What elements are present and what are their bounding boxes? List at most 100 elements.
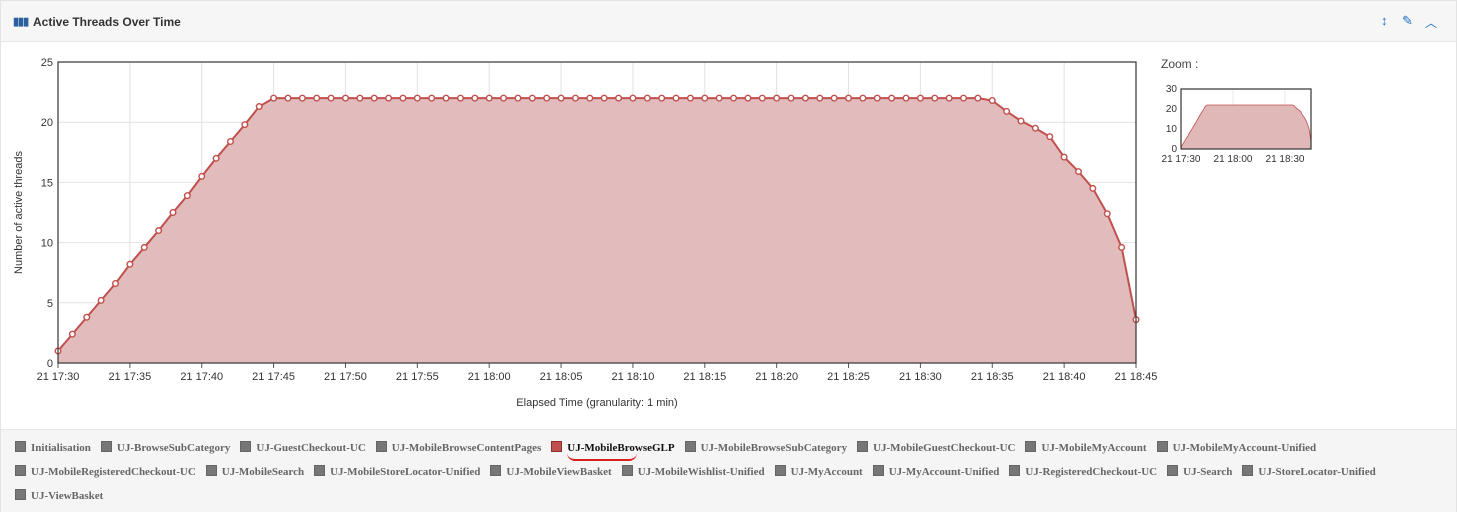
collapse-icon[interactable]: ︿ <box>1425 14 1437 31</box>
legend-swatch <box>1242 465 1254 476</box>
data-point <box>1046 133 1054 141</box>
legend-item[interactable]: UJ-MobileSearch <box>205 464 305 480</box>
zoom-y-tick-label: 20 <box>1166 104 1178 115</box>
data-point <box>313 94 321 102</box>
data-point <box>485 94 493 102</box>
x-tick-label: 21 17:55 <box>396 371 439 383</box>
legend-item[interactable]: UJ-MobileViewBasket <box>490 464 612 480</box>
legend-label: UJ-BrowseSubCategory <box>116 442 231 454</box>
legend-item[interactable]: UJ-RegisteredCheckout-UC <box>1009 464 1157 480</box>
legend-item[interactable]: UJ-MobileGuestCheckout-UC <box>857 440 1015 456</box>
legend-item[interactable]: UJ-GuestCheckout-UC <box>240 440 366 456</box>
legend-label: Initialisation <box>31 442 91 454</box>
legend-swatch <box>240 441 252 452</box>
legend-swatch <box>15 441 26 452</box>
legend-item[interactable]: UJ-ViewBasket <box>15 488 103 504</box>
data-point <box>1118 243 1126 251</box>
data-point <box>169 208 177 216</box>
legend-item[interactable]: UJ-BrowseSubCategory <box>100 440 231 456</box>
data-point <box>1017 117 1025 125</box>
expand-vertical-icon[interactable]: ↕ <box>1381 13 1388 28</box>
legend-label: UJ-MobileBrowseGLP <box>567 440 675 461</box>
chart-panel: ▮▮▮ Active Threads Over Time ↕ ✎ ︿ 0 5 10 1… <box>0 0 1457 512</box>
data-point <box>442 94 450 102</box>
data-point <box>528 94 536 102</box>
y-tick-label: 20 <box>41 117 53 129</box>
data-point <box>658 94 666 102</box>
legend-label: UJ-MobileWishlist-Unified <box>637 466 765 478</box>
wrench-icon[interactable]: ✎ <box>1402 13 1413 29</box>
data-point <box>960 94 968 102</box>
data-point <box>284 94 292 102</box>
legend-item[interactable]: UJ-MobileBrowseContentPages <box>375 440 541 456</box>
legend-item[interactable]: UJ-Search <box>1167 464 1232 480</box>
zoom-label: Zoom : <box>1161 57 1199 71</box>
series-area <box>58 98 1136 363</box>
data-point <box>615 94 623 102</box>
data-point <box>514 94 522 102</box>
data-point <box>226 137 234 145</box>
legend-item[interactable]: UJ-MobileStoreLocator-Unified <box>314 464 480 480</box>
x-axis-label: Elapsed Time (granularity: 1 min) <box>516 397 677 409</box>
main-chart[interactable]: 0 5 10 15 20 25 21 17:30 21 17:35 21 17:40 21 17:… <box>1 42 1161 432</box>
y-tick-label: 5 <box>47 298 53 310</box>
legend-item[interactable]: UJ-MyAccount <box>774 464 863 480</box>
legend-swatch <box>1025 441 1037 452</box>
data-point <box>787 94 795 102</box>
data-point <box>643 94 651 102</box>
data-point <box>155 227 163 235</box>
zoom-x-tick-label: 21 18:30 <box>1266 154 1305 165</box>
zoom-overview-chart[interactable]: 21 17:30 21 18:00 21 18:30 0 10 20 30 <box>1151 79 1321 169</box>
x-tick-label: 21 18:20 <box>755 371 798 383</box>
data-point <box>816 94 824 102</box>
legend-label: UJ-Search <box>1183 466 1233 478</box>
data-point <box>873 94 881 102</box>
data-point <box>111 280 119 288</box>
data-point <box>586 94 594 102</box>
data-point <box>1075 168 1083 176</box>
data-point <box>270 94 278 102</box>
legend-item[interactable]: UJ-MobileBrowseGLP <box>551 440 675 461</box>
y-tick-label: 0 <box>47 358 53 370</box>
y-axis-label: Number of active threads <box>13 151 25 274</box>
legend-label: UJ-ViewBasket <box>31 490 104 502</box>
legend-swatch <box>15 489 26 500</box>
legend-label: UJ-MobileMyAccount <box>1041 442 1147 454</box>
legend-item[interactable]: UJ-MobileBrowseSubCategory <box>684 440 847 456</box>
data-point <box>456 94 464 102</box>
legend-swatch <box>1009 465 1021 476</box>
legend-label: UJ-MobileStoreLocator-Unified <box>330 466 481 478</box>
legend-swatch <box>490 465 502 476</box>
legend-item[interactable]: UJ-MobileMyAccount <box>1025 440 1147 456</box>
x-tick-label: 21 18:15 <box>683 371 726 383</box>
x-tick-label: 21 18:05 <box>540 371 583 383</box>
data-point <box>543 94 551 102</box>
legend-item[interactable]: UJ-StoreLocator-Unified <box>1242 464 1376 480</box>
legend-swatch <box>205 465 217 476</box>
data-point <box>428 94 436 102</box>
zoom-y-tick-label: 0 <box>1171 144 1177 155</box>
data-point <box>298 94 306 102</box>
legend-item[interactable]: UJ-MobileRegisteredCheckout-UC <box>15 464 196 480</box>
legend-item[interactable]: UJ-MobileWishlist-Unified <box>621 464 765 480</box>
zoom-y-tick-label: 30 <box>1166 84 1178 95</box>
x-tick-label: 21 18:35 <box>971 371 1014 383</box>
data-point <box>97 296 105 304</box>
legend-label: UJ-MobileSearch <box>221 466 305 478</box>
legend: Initialisation UJ-BrowseSubCategory UJ-Gue… <box>1 429 1456 512</box>
legend-label: UJ-GuestCheckout-UC <box>256 442 366 454</box>
zoom-series-area <box>1180 104 1312 150</box>
data-point <box>183 192 191 200</box>
data-point <box>686 94 694 102</box>
y-tick-label: 15 <box>41 177 53 189</box>
legend-item[interactable]: Initialisation <box>15 440 91 456</box>
data-point <box>916 94 924 102</box>
x-tick-label: 21 17:45 <box>252 371 295 383</box>
panel-header: ▮▮▮ Active Threads Over Time ↕ ✎ ︿ <box>1 1 1456 42</box>
data-point <box>385 94 393 102</box>
legend-swatch <box>375 441 387 452</box>
legend-swatch <box>774 465 786 476</box>
legend-item[interactable]: UJ-MyAccount-Unified <box>872 464 999 480</box>
data-point <box>413 94 421 102</box>
legend-item[interactable]: UJ-MobileMyAccount-Unified <box>1156 440 1316 456</box>
